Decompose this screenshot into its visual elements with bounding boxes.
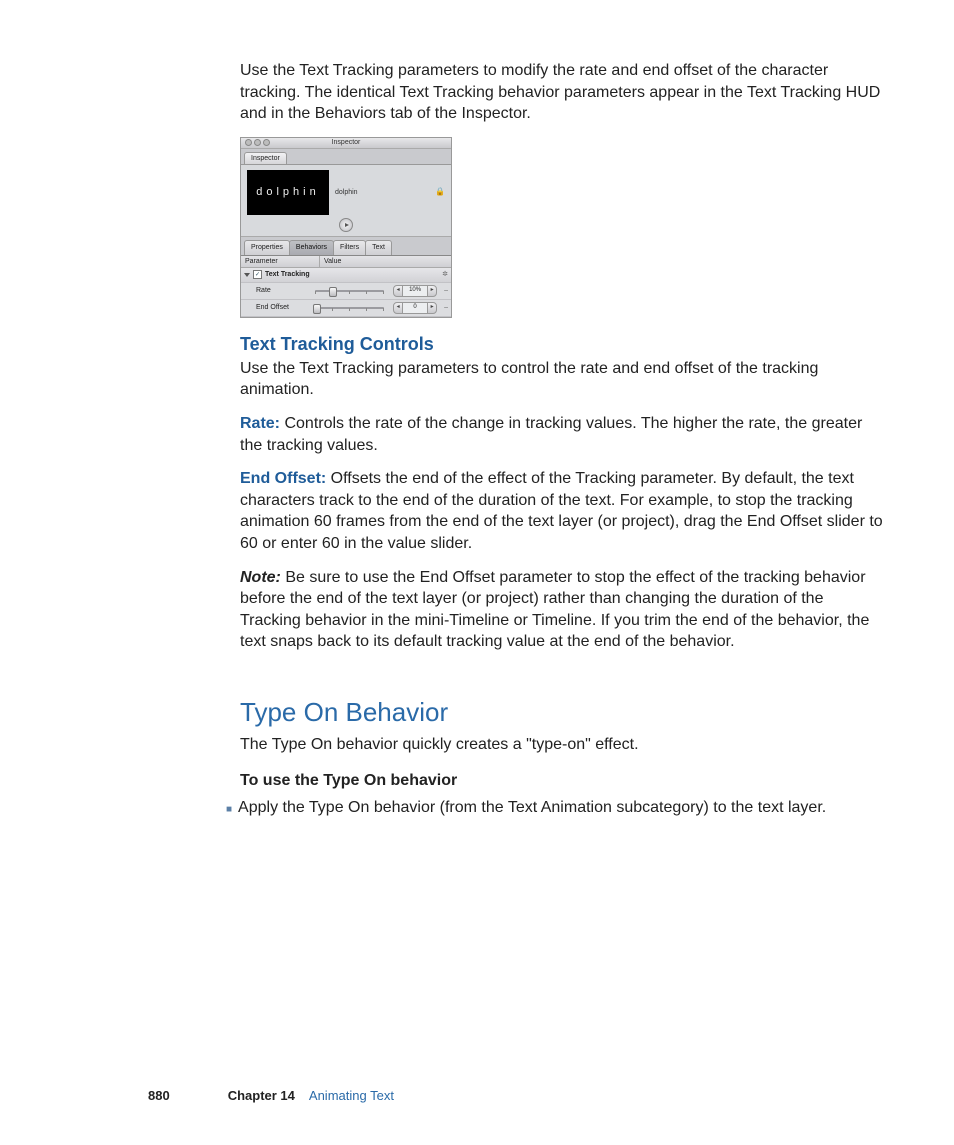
tab-text[interactable]: Text [365,240,392,254]
preview-thumbnail: dolphin [247,170,329,215]
page-number: 880 [148,1087,170,1105]
preview-label: dolphin [335,188,358,197]
param-rate: Rate ◂ 10% ▸ – [241,283,451,300]
group-text-tracking[interactable]: ✓ Text Tracking ✲ [241,268,451,282]
heading-type-on-behavior: Type On Behavior [240,695,884,730]
end-offset-value-stepper[interactable]: ◂ 0 ▸ [393,302,437,314]
rate-value-stepper[interactable]: ◂ 10% ▸ [393,285,437,297]
rate-term: Rate: [240,415,280,432]
heading-text-tracking-controls: Text Tracking Controls [240,332,884,356]
end-offset-slider[interactable] [313,304,386,312]
section2-subhead: To use the Type On behavior [240,770,884,792]
section2-intro: The Type On behavior quickly creates a "… [240,734,884,756]
rate-paragraph: Rate: Controls the rate of the change in… [240,413,884,456]
tab-filters[interactable]: Filters [333,240,366,254]
rate-slider[interactable] [313,287,386,295]
param-end-offset: End Offset ◂ 0 ▸ – [241,300,451,317]
section1-intro: Use the Text Tracking parameters to cont… [240,358,884,401]
close-icon[interactable] [245,139,252,146]
zoom-icon[interactable] [263,139,270,146]
intro-paragraph: Use the Text Tracking parameters to modi… [240,60,884,125]
bullet-icon: ■ [226,803,232,817]
param-end-offset-label: End Offset [244,303,310,312]
lock-icon[interactable]: 🔒 [435,187,445,198]
param-menu-icon[interactable]: – [444,286,448,295]
chevron-left-icon[interactable]: ◂ [393,285,403,297]
enable-checkbox[interactable]: ✓ [253,270,262,279]
note-term: Note: [240,569,281,586]
tab-behaviors[interactable]: Behaviors [289,240,334,254]
window-titlebar[interactable]: Inspector [241,138,451,149]
page-footer: 880 Chapter 14 Animating Text [0,1087,954,1105]
end-offset-value[interactable]: 0 [403,302,427,314]
end-offset-term: End Offset: [240,470,326,487]
play-icon [345,223,349,227]
window-title: Inspector [332,138,361,147]
tab-properties[interactable]: Properties [244,240,290,254]
chapter-label: Chapter 14 [228,1087,295,1105]
inspector-panel: Inspector Inspector dolphin dolphin 🔒 Pr… [240,137,452,318]
play-button[interactable] [339,218,353,232]
outer-tab-inspector[interactable]: Inspector [244,152,287,164]
bullet-item: ■ Apply the Type On behavior (from the T… [226,797,884,819]
minimize-icon[interactable] [254,139,261,146]
rate-value[interactable]: 10% [403,285,427,297]
param-rate-label: Rate [244,286,310,295]
bullet-text: Apply the Type On behavior (from the Tex… [238,797,826,819]
end-offset-paragraph: End Offset: Offsets the end of the effec… [240,468,884,554]
note-paragraph: Note: Be sure to use the End Offset para… [240,567,884,653]
chevron-left-icon[interactable]: ◂ [393,302,403,314]
param-menu-icon[interactable]: – [444,303,448,312]
column-header: Parameter Value [241,256,451,268]
chevron-right-icon[interactable]: ▸ [427,302,437,314]
chevron-right-icon[interactable]: ▸ [427,285,437,297]
chapter-title: Animating Text [309,1087,394,1105]
disclosure-triangle-icon[interactable] [244,273,250,277]
gear-icon[interactable]: ✲ [442,270,448,279]
